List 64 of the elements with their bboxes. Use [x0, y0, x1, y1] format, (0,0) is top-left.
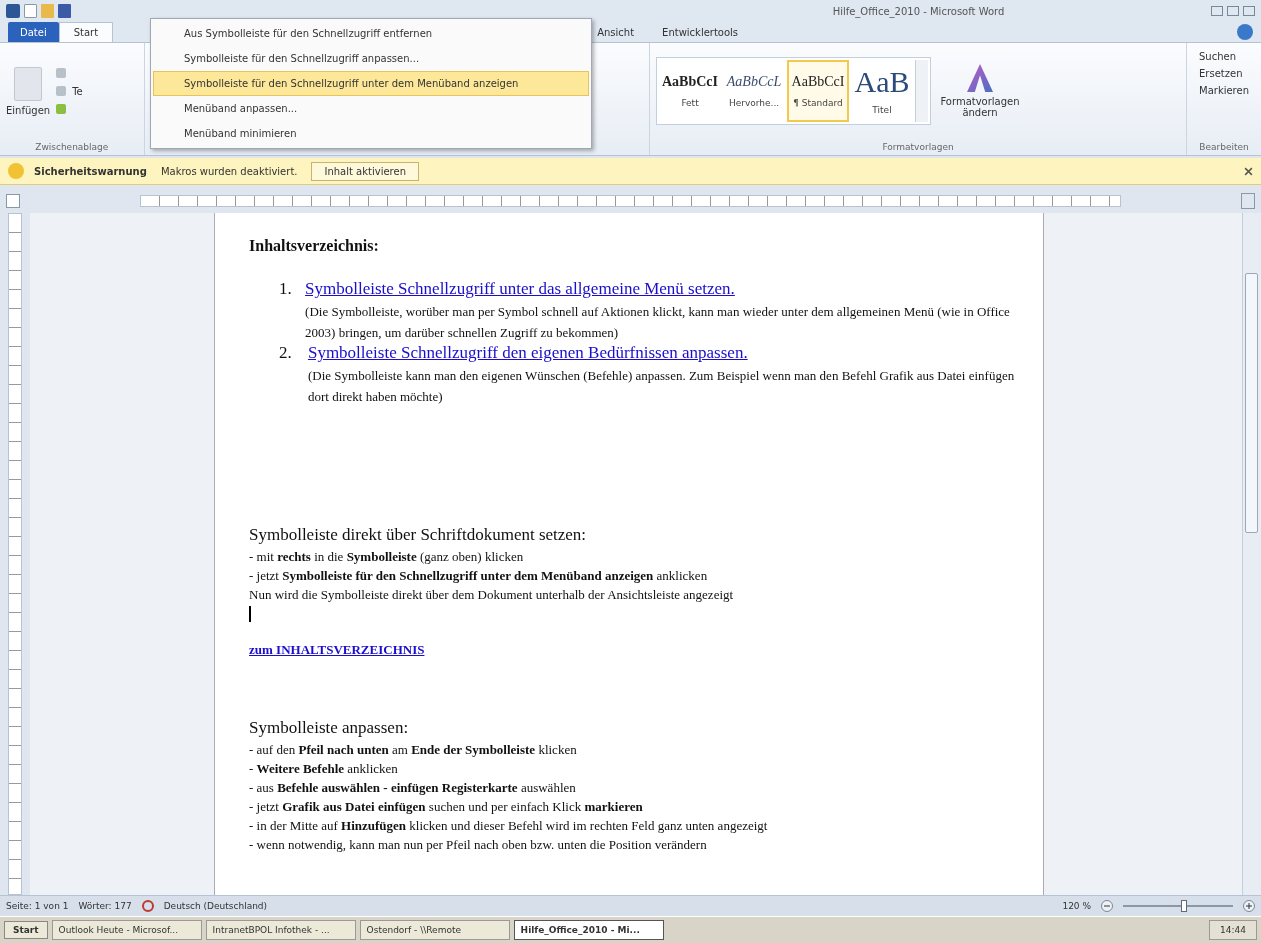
- editing-button[interactable]: Suchen: [1199, 51, 1237, 62]
- toc-description: (Die Symbolleiste, worüber man per Symbol schnell auf Aktionen klickt, kann man wieder unter dem allgemeinen Menü (wie in Office 2003) bringen, um darüber schnellen Zugriff zu bekommen): [305, 303, 1011, 342]
- style-item[interactable]: AaBbCcL Hervorhe...: [723, 60, 785, 122]
- file-tab[interactable]: Datei: [8, 22, 59, 42]
- clock: 14:44: [1220, 925, 1246, 935]
- scroll-thumb[interactable]: [1245, 273, 1258, 533]
- word-count[interactable]: Wörter: 177: [78, 901, 132, 911]
- menu-item[interactable]: Symbolleiste für den Schnellzugriff unter dem Menüband anzeigen: [153, 71, 589, 96]
- text-line: Nun wird die Symbolleiste direkt über dem Dokument unterhalb der Ansichtsleiste angezeigt: [249, 586, 735, 604]
- text-line: - wenn notwendig, kann man nun per Pfeil nach oben bzw. unten die Position verändern: [249, 836, 708, 854]
- text-line: - mit rechts in die Symbolleiste (ganz oben) klicken: [249, 548, 525, 566]
- text-line: - auf den Pfeil nach unten am Ende der Symbolleiste klicken: [249, 741, 578, 759]
- warning-message: Makros wurden deaktiviert.: [160, 165, 298, 177]
- ribbon-tab[interactable]: Start: [58, 22, 114, 42]
- list-number: 2.: [279, 343, 293, 364]
- clipboard-icon: [14, 66, 43, 101]
- text-line: - in der Mitte auf Hinzufügen klicken und dieser Befehl wird im rechten Feld ganz unten angezeigt: [249, 817, 769, 835]
- toc-description: (Die Symbolleiste kann man den eigenen Wünschen (Befehle) anpassen. Zum Beispiel wenn man den Befehl Grafik aus Datei einfügen dort direkt haben möchte): [307, 367, 1016, 406]
- style-item[interactable]: AaBbCcI Fett: [659, 60, 721, 122]
- text-line: - aus Befehle auswählen - einfügen Registerkarte auswählen: [249, 779, 577, 797]
- change-styles-button[interactable]: Formatvorlagen ändern: [937, 64, 1023, 118]
- new-document-icon[interactable]: [24, 4, 37, 18]
- text-line: - Weitere Befehle anklicken: [249, 760, 399, 778]
- style-item[interactable]: AaB Titel: [851, 60, 913, 122]
- spellcheck-icon[interactable]: [141, 900, 154, 912]
- section-heading: Symbolleiste direkt über Schriftdokument setzen:: [249, 525, 588, 545]
- menu-item[interactable]: Menüband minimieren: [153, 121, 589, 146]
- warning-title: Sicherheitswarnung: [34, 165, 147, 177]
- font-field[interactable]: Te: [72, 85, 83, 97]
- zoom-thumb[interactable]: [1180, 900, 1187, 912]
- taskbar-button[interactable]: Outlook Heute - Microsof...: [51, 920, 202, 940]
- page-count[interactable]: Seite: 1 von 1: [6, 901, 69, 911]
- menu-item[interactable]: Menüband anpassen...: [153, 96, 589, 121]
- zoom-in-icon[interactable]: [1243, 900, 1255, 912]
- list-number: 1.: [279, 279, 293, 300]
- taskbar-button[interactable]: Hilfe_Office_2010 - Mi...: [513, 920, 664, 940]
- toc-heading: Inhaltsverzeichnis:: [249, 237, 380, 255]
- style-item[interactable]: AaBbCcI ¶ Standard: [787, 60, 849, 122]
- menu-item[interactable]: Symbolleiste für den Schnellzugriff anpassen...: [153, 46, 589, 71]
- group-label: Formatvorlagen: [881, 141, 955, 154]
- toc-link[interactable]: Symbolleiste Schnellzugriff unter das allgemeine Menü setzen.: [305, 279, 735, 298]
- ruler-toggle-icon[interactable]: [1241, 193, 1255, 209]
- taskbar-button[interactable]: IntranetBPOL Infothek - ...: [205, 920, 356, 940]
- tab-selector-icon[interactable]: [6, 194, 20, 208]
- group-label: Zwischenablage: [34, 141, 110, 154]
- toc-link[interactable]: Symbolleiste Schnellzugriff den eigenen Bedürfnissen anpassen.: [307, 343, 748, 362]
- zoom-level[interactable]: 120 %: [1062, 901, 1091, 911]
- editing-button[interactable]: Ersetzen: [1199, 68, 1243, 79]
- taskbar-button[interactable]: Ostendorf - \\Remote: [359, 920, 510, 940]
- language[interactable]: Deutsch (Deutschland): [163, 901, 268, 911]
- warning-icon: [8, 163, 24, 179]
- zoom-out-icon[interactable]: [1101, 900, 1113, 912]
- start-button[interactable]: Start: [4, 921, 48, 939]
- section-heading: Symbolleiste anpassen:: [249, 718, 410, 738]
- enable-content-button[interactable]: Inhalt aktivieren: [311, 161, 419, 181]
- editing-button[interactable]: Markieren: [1199, 85, 1249, 96]
- paste-button[interactable]: Einfügen: [6, 66, 51, 116]
- vertical-scrollbar[interactable]: [1242, 213, 1261, 895]
- ribbon-tab[interactable]: Entwicklertools: [648, 22, 753, 42]
- text-line: - jetzt Symbolleiste für den Schnellzugriff unter dem Menüband anzeigen anklicken: [249, 567, 709, 585]
- text-line: - jetzt Grafik aus Datei einfügen suchen und per einfach Klick markieren: [249, 798, 644, 816]
- window-title: Hilfe_Office_2010 - Microsoft Word: [831, 5, 1006, 17]
- back-link[interactable]: zum INHALTSVERZEICHNIS: [249, 642, 425, 658]
- group-label: Bearbeiten: [1198, 141, 1250, 154]
